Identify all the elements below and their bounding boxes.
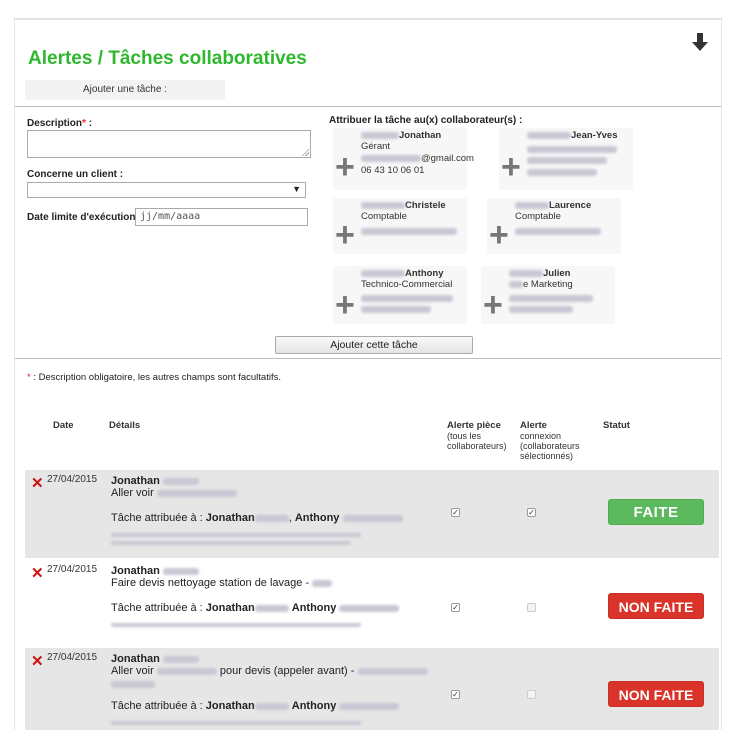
add-icon[interactable]: + — [483, 288, 503, 322]
task-author: Jonathan — [111, 475, 160, 487]
collaborator-role: Gérant — [361, 141, 391, 152]
task-assigned: Tâche attribuée à : Jonathan Anthony — [111, 700, 400, 712]
chevron-down-icon: ▼ — [292, 184, 301, 194]
alert-conn-checkbox[interactable]: ✓ — [527, 508, 536, 517]
alert-piece-checkbox[interactable]: ✓ — [451, 508, 460, 517]
collaborator-email: @gmail.com — [421, 153, 474, 164]
status-badge[interactable]: NON FAITE — [608, 593, 704, 619]
alert-piece-checkbox[interactable]: ✓ — [451, 690, 460, 699]
task-text: Aller voir — [111, 487, 154, 499]
collaborator-phone: 06 43 10 06 01 — [361, 165, 425, 176]
arrow-down-icon[interactable] — [691, 32, 709, 52]
collaborator-card[interactable]: + Laurence Comptable — [487, 198, 621, 254]
alert-conn-checkbox[interactable] — [527, 603, 536, 612]
status-badge[interactable]: NON FAITE — [608, 681, 704, 707]
date-input[interactable]: jj/mm/aaaa — [135, 208, 308, 226]
divider — [15, 106, 721, 107]
status-badge[interactable]: FAITE — [608, 499, 704, 525]
date-label: Date limite d'exécution : — [27, 212, 142, 223]
task-log — [111, 720, 361, 727]
collaborator-card[interactable]: + Jean-Yves — [499, 128, 633, 190]
add-icon[interactable]: + — [335, 218, 355, 252]
collaborator-card[interactable]: + Jonathan Gérant @gmail.com 06 43 10 06… — [333, 128, 474, 190]
collaborator-role: Comptable — [515, 211, 561, 222]
collaborator-role: Comptable — [361, 211, 407, 222]
add-icon[interactable]: + — [489, 218, 509, 252]
task-assigned: Tâche attribuée à : Jonathan Anthony — [111, 602, 400, 614]
delete-icon[interactable]: ✕ — [31, 654, 44, 669]
task-text: Aller voir — [111, 665, 154, 677]
delete-icon[interactable]: ✕ — [31, 476, 44, 491]
table-row: ✕ 27/04/2015 Jonathan Aller voir Tâche a… — [25, 470, 719, 558]
tasks-panel: Alertes / Tâches collaboratives Ajouter … — [14, 18, 722, 730]
task-date: 27/04/2015 — [47, 564, 98, 575]
client-label: Concerne un client : — [27, 169, 124, 180]
collaborator-name: Jean-Yves — [571, 130, 618, 141]
task-text: Faire devis nettoyage station de lavage … — [111, 577, 310, 589]
client-select[interactable]: ▼ — [27, 182, 306, 198]
divider — [15, 358, 721, 359]
task-date: 27/04/2015 — [47, 652, 98, 663]
collaborator-card[interactable]: + Anthony Technico-Commercial — [333, 266, 467, 324]
collaborator-name: Laurence — [549, 200, 592, 211]
table-row: ✕ 27/04/2015 Jonathan Aller voir pour de… — [25, 648, 719, 730]
col-header-alert-piece: Alerte pièce (tous les collaborateurs) — [447, 420, 507, 451]
collaborator-name: Anthony — [405, 268, 444, 279]
col-header-status: Statut — [603, 420, 630, 431]
col-header-details: Détails — [109, 420, 141, 431]
add-task-button[interactable]: Ajouter cette tâche — [275, 336, 473, 354]
description-label: Description* : — [27, 118, 93, 129]
collaborator-role: e Marketing — [523, 279, 573, 290]
alert-conn-checkbox[interactable] — [527, 690, 536, 699]
description-input[interactable] — [27, 130, 311, 158]
collaborator-role: Technico-Commercial — [361, 279, 453, 290]
resize-handle[interactable] — [301, 148, 309, 156]
col-header-alert-conn: Alerte connexion (collaborateurs sélecti… — [520, 420, 580, 461]
add-icon[interactable]: + — [335, 150, 355, 184]
task-author: Jonathan — [111, 653, 160, 665]
page-title: Alertes / Tâches collaboratives — [28, 48, 307, 69]
collaborator-name: Jonathan — [399, 130, 442, 141]
collaborator-name: Julien — [543, 268, 571, 279]
task-assigned: Tâche attribuée à : Jonathan, Anthony — [111, 512, 403, 524]
task-log — [111, 540, 351, 547]
collaborator-card[interactable]: + Julien e Marketing — [481, 266, 615, 324]
collaborator-card[interactable]: + Christele Comptable — [333, 198, 467, 254]
task-log — [111, 622, 361, 629]
task-text: pour devis (appeler avant) - — [219, 665, 355, 677]
delete-icon[interactable]: ✕ — [31, 566, 44, 581]
footnote: * : Description obligatoire, les autres … — [27, 372, 281, 383]
tab-add-task[interactable]: Ajouter une tâche : — [25, 80, 225, 100]
alert-piece-checkbox[interactable]: ✓ — [451, 603, 460, 612]
add-icon[interactable]: + — [335, 288, 355, 322]
table-row: ✕ 27/04/2015 Jonathan Faire devis nettoy… — [25, 560, 719, 646]
collaborator-name: Christele — [405, 200, 446, 211]
task-log — [111, 532, 361, 539]
task-author: Jonathan — [111, 565, 160, 577]
assign-label: Attribuer la tâche au(x) collaborateur(s… — [329, 115, 523, 126]
add-icon[interactable]: + — [501, 150, 521, 184]
task-date: 27/04/2015 — [47, 474, 98, 485]
col-header-date: Date — [53, 420, 74, 431]
